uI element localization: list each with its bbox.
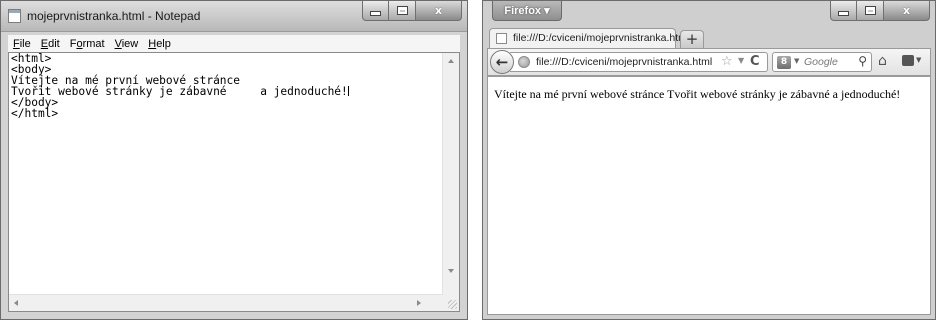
- firefox-window: Firefox ▾ x file:///D:/cviceni/mojeprvni…: [482, 0, 936, 320]
- menu-format[interactable]: Format: [70, 38, 105, 50]
- close-icon: x: [434, 4, 443, 17]
- magnifier-icon[interactable]: ⚲: [858, 54, 867, 68]
- maximize-icon: [396, 6, 408, 15]
- horizontal-scrollbar[interactable]: [9, 294, 443, 311]
- menu-file[interactable]: File: [13, 38, 31, 50]
- menu-view[interactable]: View: [115, 38, 139, 50]
- minimize-icon: [838, 11, 849, 16]
- menu-edit-key: E: [40, 37, 49, 50]
- menu-help-key: H: [148, 37, 157, 50]
- address-bar-url[interactable]: file:///D:/cviceni/mojeprvnistranka.html: [536, 56, 712, 68]
- vertical-scrollbar[interactable]: [442, 53, 459, 295]
- back-arrow-icon: ←: [495, 53, 509, 71]
- browser-tab-label: file:///D:/cviceni/mojeprvnistranka.html: [513, 32, 690, 44]
- browser-tab[interactable]: file:///D:/cviceni/mojeprvnistranka.html: [489, 28, 689, 48]
- back-button[interactable]: ←: [490, 50, 514, 74]
- menu-edit[interactable]: Edit: [41, 38, 60, 50]
- scroll-up-icon[interactable]: [448, 59, 454, 63]
- menu-file-rest: ile: [19, 37, 31, 50]
- code-line-text: Tvořit webové stránky je zábavné a jedno…: [11, 85, 348, 99]
- bookmarks-dropdown-icon[interactable]: ▼: [916, 56, 921, 64]
- reload-icon[interactable]: C: [750, 54, 760, 69]
- scroll-down-icon[interactable]: [448, 269, 454, 273]
- firefox-menu-button[interactable]: Firefox ▾: [492, 1, 562, 21]
- notepad-text-area[interactable]: <html> <body> Vítejte na mé první webové s…: [8, 52, 460, 312]
- page-text: Vítejte na mé první webové stránce Tvoři…: [494, 87, 901, 101]
- notepad-window: mojeprvnistranka.html - Notepad x File E…: [0, 0, 468, 320]
- code-line: </html>: [11, 106, 59, 120]
- scroll-right-icon[interactable]: [417, 300, 421, 306]
- page-content: Vítejte na mé první webové stránce Tvoři…: [487, 76, 931, 315]
- code-line: Tvořit webové stránky je zábavné a jedno…: [11, 86, 349, 98]
- text-caret: [347, 86, 349, 97]
- home-icon[interactable]: ⌂: [878, 53, 887, 69]
- notepad-app-icon: [8, 9, 21, 23]
- close-icon: x: [902, 4, 911, 17]
- navigation-toolbar: file:///D:/cviceni/mojeprvnistranka.html…: [487, 48, 931, 76]
- scroll-left-icon[interactable]: [14, 300, 18, 306]
- address-bar[interactable]: file:///D:/cviceni/mojeprvnistranka.html…: [510, 52, 768, 72]
- firefox-window-controls: x: [830, 1, 930, 21]
- search-placeholder[interactable]: Google: [804, 56, 838, 68]
- menu-edit-rest: dit: [48, 37, 60, 50]
- page-icon: [496, 33, 507, 44]
- notepad-window-controls: x: [362, 1, 462, 21]
- resize-corner[interactable]: [443, 295, 459, 311]
- menu-view-rest: iew: [121, 37, 139, 50]
- code-line: <html>: [11, 52, 52, 65]
- minimize-icon: [370, 11, 381, 16]
- menu-help[interactable]: Help: [148, 38, 171, 50]
- firefox-minimize-button[interactable]: [830, 1, 857, 21]
- notepad-close-button[interactable]: x: [416, 1, 462, 21]
- menu-view-key: V: [114, 37, 122, 50]
- notepad-content[interactable]: <html> <body> Vítejte na mé první webové s…: [11, 52, 349, 120]
- bookmarks-icon[interactable]: [902, 55, 914, 66]
- code-line: </body>: [11, 96, 59, 110]
- firefox-close-button[interactable]: x: [884, 1, 930, 21]
- notepad-maximize-button[interactable]: [389, 1, 416, 21]
- star-icon[interactable]: ☆: [721, 54, 733, 69]
- new-tab-button[interactable]: +: [680, 30, 704, 48]
- globe-icon: [518, 56, 530, 68]
- search-engine-icon[interactable]: 8: [777, 56, 791, 69]
- history-dropdown-icon[interactable]: ▼: [738, 56, 744, 65]
- notepad-titlebar[interactable]: mojeprvnistranka.html - Notepad x: [1, 1, 467, 32]
- notepad-minimize-button[interactable]: [362, 1, 389, 21]
- resize-grip-icon: [448, 300, 457, 309]
- notepad-title: mojeprvnistranka.html - Notepad: [27, 9, 201, 23]
- notepad-menubar: File Edit Format View Help: [8, 35, 460, 52]
- menu-help-rest: elp: [156, 37, 171, 50]
- maximize-icon: [864, 6, 876, 15]
- menu-file-key: F: [13, 37, 20, 50]
- search-box[interactable]: 8 ▼ Google ⚲: [772, 52, 872, 72]
- firefox-maximize-button[interactable]: [857, 1, 884, 21]
- search-engine-dropdown-icon[interactable]: ▼: [794, 57, 799, 65]
- menu-format-rest: rmat: [82, 37, 105, 50]
